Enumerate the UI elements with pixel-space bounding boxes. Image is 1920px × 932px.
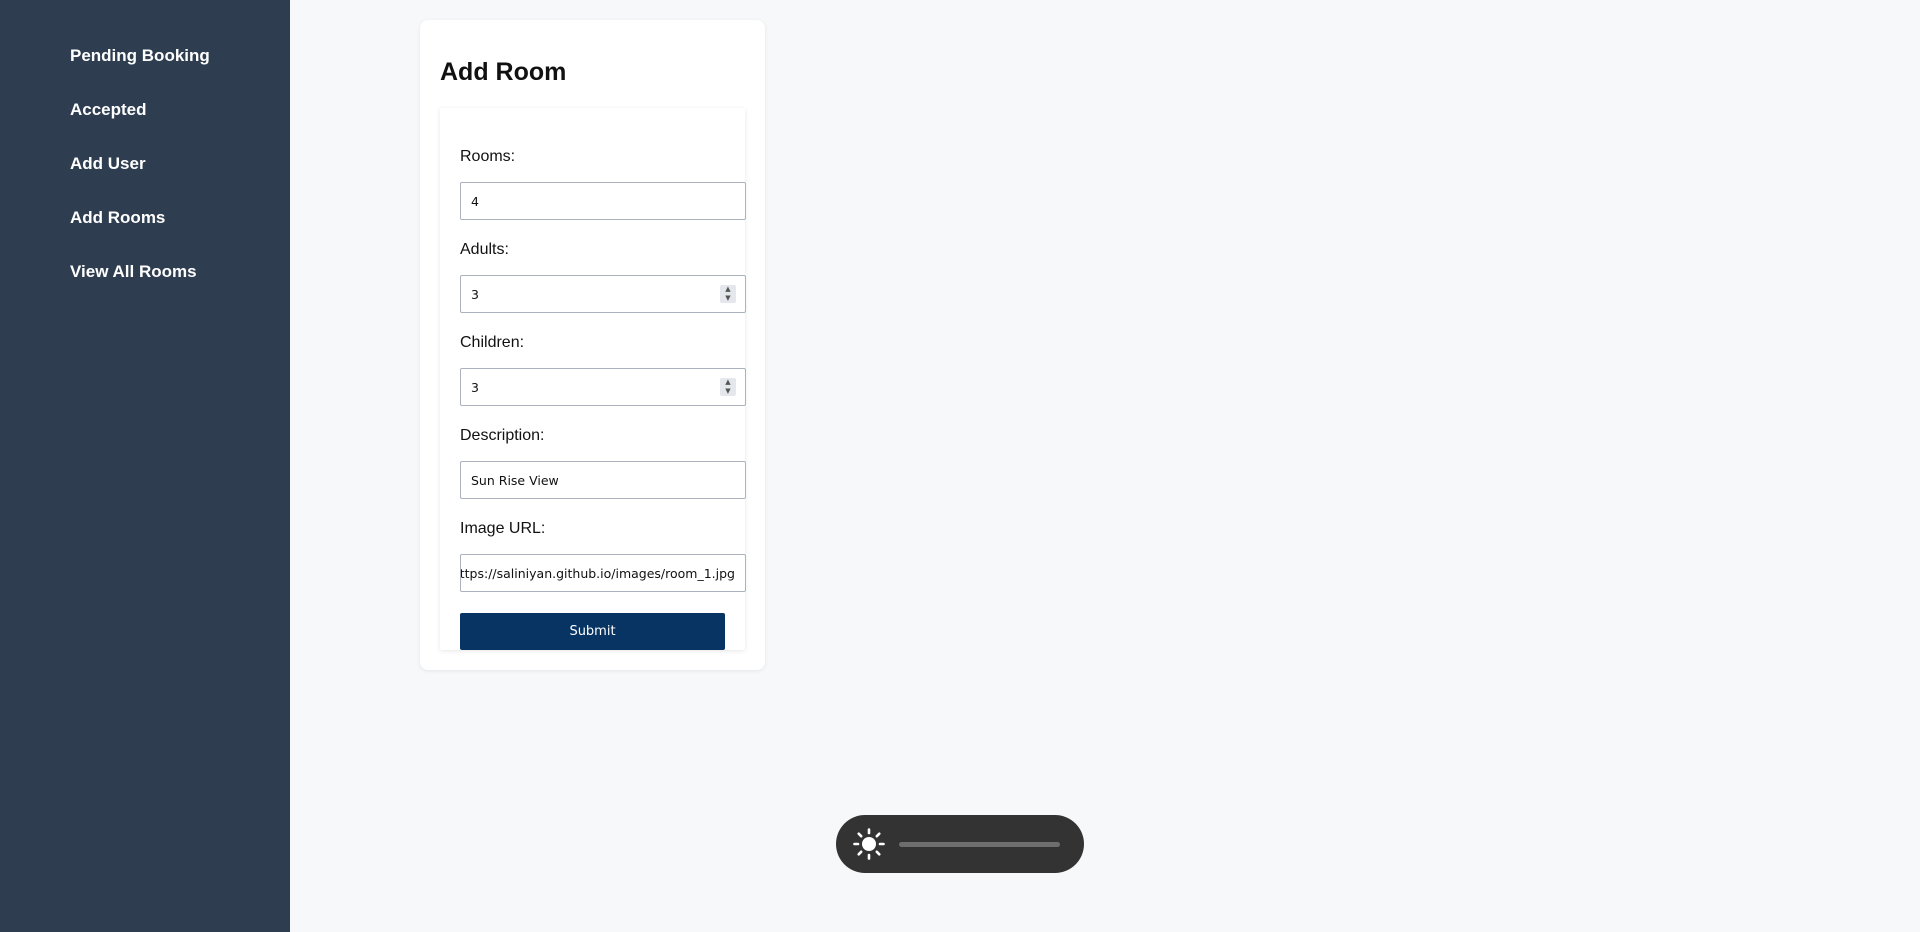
adults-stepper[interactable]: ▲ ▼ bbox=[720, 285, 736, 303]
chevron-down-icon[interactable]: ▼ bbox=[720, 294, 736, 303]
brightness-overlay bbox=[836, 815, 1084, 873]
add-room-card: Add Room Rooms: 4 Adults: 3 ▲ ▼ Children… bbox=[420, 20, 765, 670]
sidebar: Pending Booking Accepted Add User Add Ro… bbox=[0, 0, 290, 932]
children-stepper[interactable]: ▲ ▼ bbox=[720, 378, 736, 396]
chevron-up-icon[interactable]: ▲ bbox=[720, 285, 736, 294]
rooms-input[interactable]: 4 bbox=[460, 182, 746, 220]
description-input[interactable]: Sun Rise View bbox=[460, 461, 746, 499]
add-room-form: Rooms: 4 Adults: 3 ▲ ▼ Children: 3 ▲ ▼ D… bbox=[440, 108, 746, 650]
description-label: Description: bbox=[460, 427, 545, 444]
rooms-label: Rooms: bbox=[460, 148, 516, 165]
adults-value: 3 bbox=[471, 286, 479, 302]
adults-label: Adults: bbox=[460, 241, 509, 258]
image-url-label: Image URL: bbox=[460, 520, 546, 537]
rooms-value: 4 bbox=[471, 193, 479, 209]
image-url-value: https://saliniyan.github.io/images/room_… bbox=[460, 565, 735, 581]
image-url-input[interactable]: https://saliniyan.github.io/images/room_… bbox=[460, 554, 746, 592]
chevron-down-icon[interactable]: ▼ bbox=[720, 387, 736, 396]
chevron-up-icon[interactable]: ▲ bbox=[720, 378, 736, 387]
sidebar-item-pending-booking[interactable]: Pending Booking bbox=[70, 46, 210, 66]
sun-icon bbox=[853, 828, 885, 860]
submit-button[interactable]: Submit bbox=[460, 613, 725, 650]
children-input[interactable]: 3 ▲ ▼ bbox=[460, 368, 746, 406]
children-label: Children: bbox=[460, 334, 525, 351]
page-title: Add Room bbox=[440, 58, 567, 86]
sidebar-item-accepted[interactable]: Accepted bbox=[70, 100, 147, 120]
children-value: 3 bbox=[471, 379, 479, 395]
adults-input[interactable]: 3 ▲ ▼ bbox=[460, 275, 746, 313]
brightness-slider[interactable] bbox=[899, 842, 1060, 847]
sidebar-item-view-all-rooms[interactable]: View All Rooms bbox=[70, 262, 197, 282]
sidebar-item-add-user[interactable]: Add User bbox=[70, 154, 146, 174]
description-value: Sun Rise View bbox=[471, 472, 559, 488]
sidebar-item-add-rooms[interactable]: Add Rooms bbox=[70, 208, 165, 228]
